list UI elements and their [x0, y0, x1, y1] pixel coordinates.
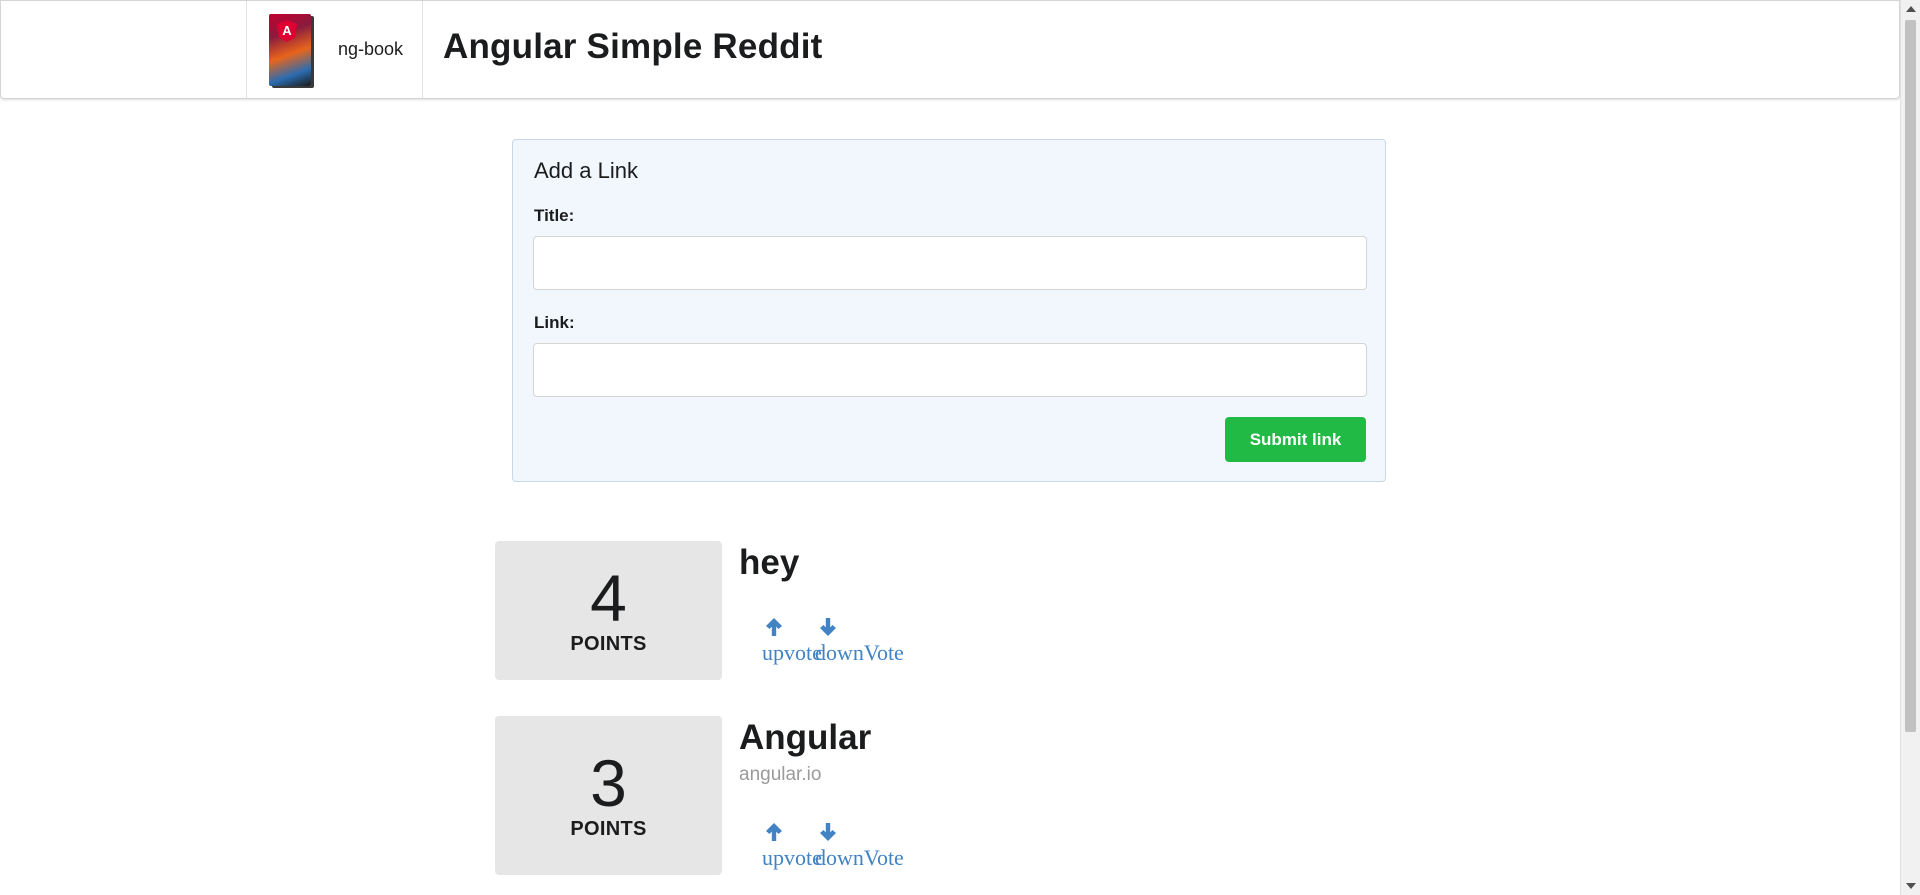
brand-label: ng-book	[338, 39, 404, 59]
title-input[interactable]	[533, 236, 1367, 290]
app-title: Angular Simple Reddit	[443, 27, 823, 66]
article-domain: angular.io	[739, 764, 822, 785]
form-heading: Add a Link	[534, 158, 638, 183]
article-title: hey	[739, 543, 800, 582]
article-title: Angular	[739, 718, 872, 757]
arrow-down-icon[interactable]	[817, 821, 839, 843]
submit-link-button[interactable]: Submit link	[1225, 417, 1366, 462]
upvote-link[interactable]: upvote	[762, 845, 822, 871]
page: A ng-book Angular Simple Reddit Add a Li…	[0, 0, 1900, 895]
arrow-up-icon[interactable]	[763, 616, 785, 638]
link-label: Link:	[534, 313, 575, 332]
article-item: 4 POINTS hey upvote downVote	[495, 541, 1395, 681]
arrow-up-icon[interactable]	[763, 821, 785, 843]
vertical-scrollbar[interactable]	[1900, 0, 1920, 895]
article-item: 3 POINTS Angular angular.io upvote downV…	[495, 716, 1395, 876]
votes-box: 3 POINTS	[495, 716, 722, 875]
votes-count: 4	[590, 561, 627, 635]
angular-shield-icon: A	[277, 20, 297, 42]
scroll-down-icon[interactable]	[1906, 883, 1916, 889]
points-label: POINTS	[570, 818, 647, 840]
upvote-link[interactable]: upvote	[762, 640, 822, 666]
brand-link[interactable]: A ng-book	[246, 1, 423, 98]
link-input[interactable]	[533, 343, 1367, 397]
title-label: Title:	[534, 206, 575, 225]
scroll-up-icon[interactable]	[1906, 6, 1916, 12]
downvote-link[interactable]: downVote	[815, 640, 904, 666]
add-link-form: Add a Link Title: Link: Submit link	[512, 139, 1386, 482]
top-menu: A ng-book Angular Simple Reddit	[0, 0, 1900, 99]
ng-book-logo: A	[269, 14, 311, 86]
arrow-down-icon[interactable]	[817, 616, 839, 638]
downvote-link[interactable]: downVote	[815, 845, 904, 871]
votes-box: 4 POINTS	[495, 541, 722, 680]
points-label: POINTS	[570, 633, 647, 655]
votes-count: 3	[590, 746, 627, 820]
scroll-thumb[interactable]	[1905, 20, 1916, 732]
